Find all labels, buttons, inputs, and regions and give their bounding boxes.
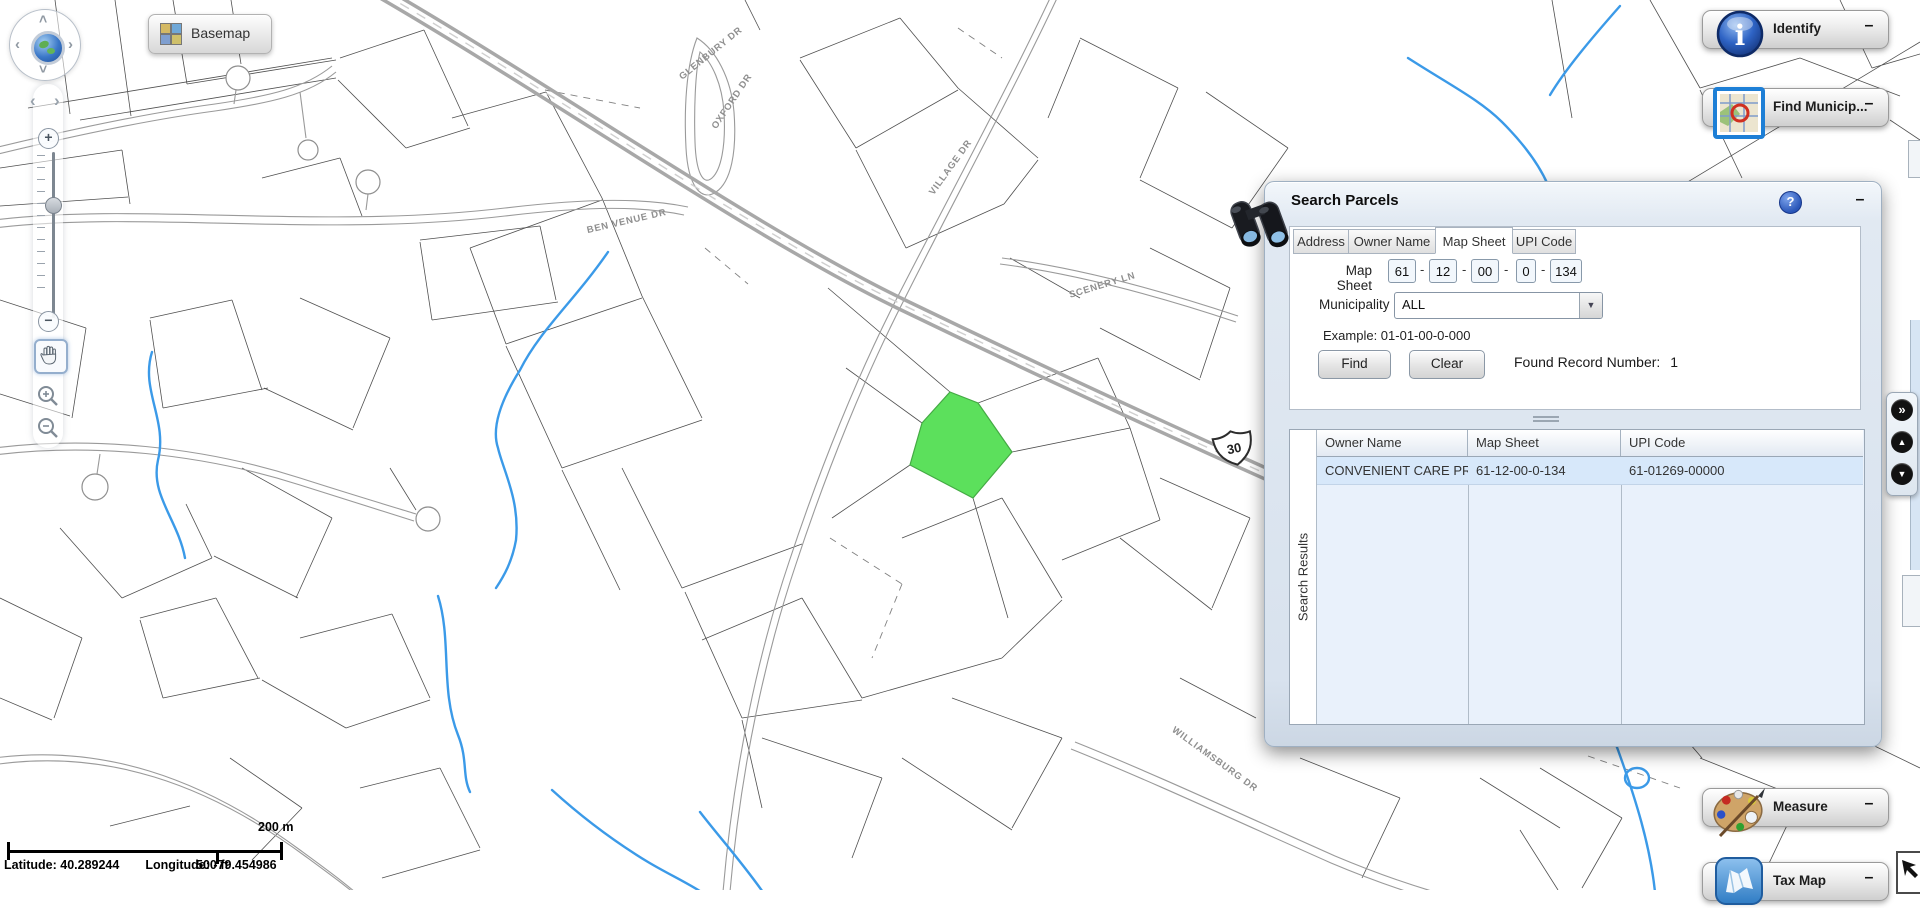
- longitude-readout: Longitude: -79.454986: [145, 858, 276, 872]
- scale-metric-label: 200 m: [258, 820, 293, 834]
- result-upi-code: 61-01269-00000: [1621, 457, 1863, 484]
- results-table: Owner Name Map Sheet UPI Code CONVENIENT…: [1317, 430, 1863, 724]
- identify-label: Identify: [1773, 21, 1821, 36]
- tab-map-sheet[interactable]: Map Sheet: [1435, 227, 1513, 254]
- column-header-upi-code[interactable]: UPI Code: [1621, 430, 1863, 456]
- municipality-select[interactable]: ALL ▼: [1394, 292, 1603, 319]
- tab-upi-code[interactable]: UPI Code: [1512, 229, 1576, 254]
- globe-full-extent-icon[interactable]: [31, 31, 65, 65]
- map-sheet-input-3[interactable]: [1471, 259, 1499, 283]
- zoom-out-button[interactable]: −: [38, 311, 59, 332]
- found-record-value: 1: [1670, 354, 1678, 370]
- pan-up-icon[interactable]: ˄: [39, 12, 47, 26]
- find-municipality-minimize-button[interactable]: –: [1860, 96, 1878, 114]
- coordinate-readout: Latitude: 40.289244 Longitude: -79.454986: [4, 858, 303, 872]
- expand-panel-button[interactable]: »: [1891, 399, 1913, 421]
- map-sheet-separator: -: [1541, 262, 1545, 277]
- basemap-button-label: Basemap: [191, 25, 250, 41]
- svg-text:i: i: [1735, 19, 1746, 52]
- zoom-in-box-tool[interactable]: [36, 384, 60, 413]
- find-municipality-label: Find Municip...: [1773, 99, 1868, 114]
- measure-label: Measure: [1773, 799, 1828, 814]
- results-pager-dock: » ▲ ▼: [1886, 392, 1918, 496]
- search-binoculars-icon: [1222, 188, 1302, 268]
- pan-compass[interactable]: ˄ ˅ ‹ ›: [9, 9, 81, 81]
- pan-left-icon[interactable]: ‹: [15, 37, 20, 52]
- results-header-row: Owner Name Map Sheet UPI Code: [1317, 430, 1863, 457]
- map-sheet-input-2[interactable]: [1429, 259, 1457, 283]
- result-owner-name: CONVENIENT CARE PRODUC: [1317, 457, 1468, 484]
- map-sheet-input-5[interactable]: [1550, 259, 1582, 283]
- zoom-slider-handle[interactable]: [45, 197, 62, 214]
- pan-hand-tool[interactable]: [34, 339, 68, 374]
- search-results-side-tab[interactable]: Search Results: [1290, 430, 1317, 724]
- map-navigation-widget: ˄ ˅ ‹ › ‹ › + −: [0, 0, 95, 460]
- map-sheet-input-1[interactable]: [1388, 259, 1416, 283]
- search-results-panel: Search Results Owner Name Map Sheet UPI …: [1289, 429, 1865, 725]
- page-up-button[interactable]: ▲: [1891, 431, 1913, 453]
- zoom-slider-ticks: [37, 155, 45, 299]
- column-header-map-sheet[interactable]: Map Sheet: [1468, 430, 1621, 456]
- measure-minimize-button[interactable]: –: [1860, 796, 1878, 814]
- find-button[interactable]: Find: [1318, 350, 1391, 379]
- find-municipality-icon: [1712, 86, 1766, 140]
- result-row[interactable]: CONVENIENT CARE PRODUC 61-12-00-0-134 61…: [1317, 457, 1863, 485]
- found-record-number: Found Record Number:1: [1514, 354, 1678, 370]
- search-parcels-window: Search Parcels ? – Address Owner Name Ma…: [1264, 181, 1882, 747]
- identify-minimize-button[interactable]: –: [1860, 18, 1878, 36]
- chevron-down-icon[interactable]: ▼: [1579, 293, 1602, 318]
- map-sheet-separator: -: [1420, 262, 1424, 277]
- scale-bar: 200 m 500 ft: [0, 816, 320, 890]
- measure-palette-icon: [1710, 780, 1772, 844]
- zoom-slider-track[interactable]: [52, 152, 55, 318]
- identify-icon: i: [1714, 8, 1766, 60]
- svg-text:30: 30: [1225, 440, 1242, 458]
- panel-splitter-handle[interactable]: [1533, 416, 1559, 424]
- search-parcels-minimize-button[interactable]: –: [1851, 192, 1869, 210]
- tab-owner-name[interactable]: Owner Name: [1348, 229, 1436, 254]
- map-sheet-input-4[interactable]: [1516, 259, 1536, 283]
- zoom-in-button[interactable]: +: [38, 128, 59, 149]
- collapsed-window-edge: [1908, 140, 1920, 178]
- page-down-button[interactable]: ▼: [1891, 463, 1913, 485]
- basemap-grid-icon: [160, 23, 182, 45]
- municipality-value: ALL: [1402, 297, 1425, 312]
- map-sheet-separator: -: [1462, 262, 1466, 277]
- clear-button[interactable]: Clear: [1409, 350, 1485, 379]
- search-results-label: Search Results: [1296, 533, 1311, 621]
- zoom-out-box-tool[interactable]: [36, 416, 60, 445]
- search-parcels-title[interactable]: Search Parcels: [1291, 192, 1399, 209]
- result-map-sheet: 61-12-00-0-134: [1468, 457, 1621, 484]
- collapsed-window-edge: [1902, 575, 1920, 627]
- previous-extent-icon[interactable]: ‹: [30, 92, 36, 109]
- help-icon[interactable]: ?: [1779, 191, 1802, 214]
- map-sheet-label: Map Sheet: [1314, 263, 1372, 293]
- pan-right-icon[interactable]: ›: [68, 37, 73, 52]
- latitude-readout: Latitude: 40.289244: [4, 858, 119, 872]
- basemap-button[interactable]: Basemap: [148, 14, 272, 54]
- column-header-owner-name[interactable]: Owner Name: [1317, 430, 1468, 456]
- municipality-label: Municipality: [1319, 297, 1390, 312]
- example-hint: Example: 01-01-00-0-000: [1323, 328, 1470, 343]
- tax-map-icon: [1714, 856, 1766, 908]
- tax-map-label: Tax Map: [1773, 873, 1826, 888]
- pointer-tool-button[interactable]: [1896, 851, 1920, 894]
- map-sheet-separator: -: [1504, 262, 1508, 277]
- next-extent-icon[interactable]: ›: [54, 92, 60, 109]
- tax-map-minimize-button[interactable]: –: [1860, 870, 1878, 888]
